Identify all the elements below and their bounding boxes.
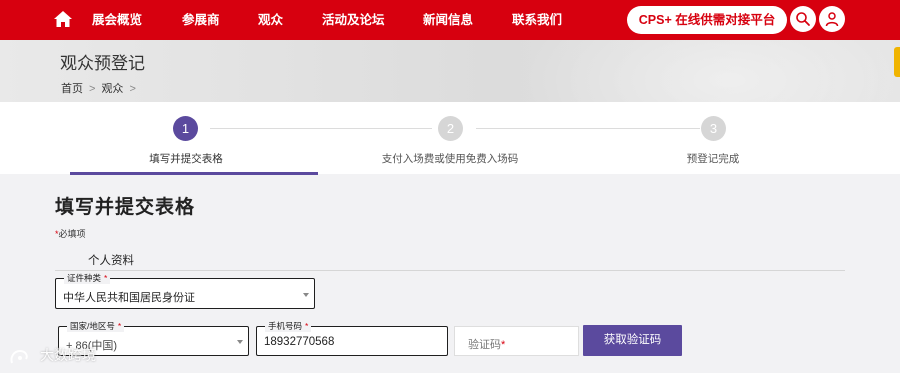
chevron-down-icon (303, 293, 309, 297)
section-title-personal-info: 个人资料 (88, 255, 134, 267)
page-banner: 观众预登记 首页 > 观众 > (0, 40, 900, 102)
home-icon[interactable] (53, 9, 73, 29)
step-3-circle: 3 (701, 116, 726, 141)
step-connector (476, 128, 700, 129)
form-title: 填写并提交表格 (55, 197, 196, 218)
top-nav: 展会概览 参展商 观众 活动及论坛 新闻信息 联系我们 CPS+ 在线供需对接平… (0, 0, 900, 40)
chevron-right-icon: > (129, 83, 136, 95)
breadcrumb-visitors[interactable]: 观众 (101, 83, 123, 95)
step-1-circle: 1 (173, 116, 198, 141)
step-2-circle: 2 (438, 116, 463, 141)
watermark-logo-icon (8, 347, 36, 367)
chevron-down-icon (237, 340, 243, 344)
phone-number-field[interactable]: 手机号码 * 18932770568 (256, 320, 448, 356)
phone-number-label: 手机号码 * (265, 320, 312, 332)
nav-item-exhibitors[interactable]: 参展商 (182, 0, 220, 40)
user-icon (825, 12, 839, 27)
verification-code-input[interactable]: 验证码* (454, 326, 579, 356)
required-note: *必填项 (55, 229, 86, 239)
registration-steps: 1 填写并提交表格 2 支付入场费或使用免费入场码 3 预登记完成 (0, 102, 900, 175)
step-3-label: 预登记完成 (686, 153, 740, 165)
step-connector (210, 128, 432, 129)
breadcrumb: 首页 > 观众 > (61, 80, 142, 96)
id-type-select[interactable]: 证件种类 * 中华人民共和国居民身份证 (55, 272, 315, 309)
breadcrumb-home[interactable]: 首页 (61, 83, 83, 95)
search-icon (796, 12, 810, 26)
step-2-label: 支付入场费或使用免费入场码 (381, 153, 519, 165)
watermark-text: 大数跨境 (40, 347, 96, 363)
nav-item-events-forums[interactable]: 活动及论坛 (322, 0, 385, 40)
nav-item-exhibition-overview[interactable]: 展会概览 (92, 0, 142, 40)
nav-item-visitors[interactable]: 观众 (258, 0, 283, 40)
get-verification-code-button[interactable]: 获取验证码 (583, 325, 682, 356)
active-step-indicator (70, 172, 318, 175)
page-title: 观众预登记 (60, 54, 145, 73)
country-code-label: 国家/地区号 * (67, 320, 125, 332)
search-button[interactable] (790, 6, 816, 32)
section-divider (55, 270, 845, 271)
chevron-right-icon: > (89, 83, 96, 95)
cps-platform-button[interactable]: CPS+ 在线供需对接平台 (627, 6, 787, 34)
account-button[interactable] (819, 6, 845, 32)
phone-number-value: 18932770568 (264, 336, 335, 348)
id-type-value: 中华人民共和国居民身份证 (63, 292, 195, 304)
verification-code-placeholder: 验证码* (468, 339, 506, 351)
nav-item-contact[interactable]: 联系我们 (512, 0, 562, 40)
id-type-label: 证件种类 * (64, 272, 111, 284)
nav-item-news[interactable]: 新闻信息 (423, 0, 473, 40)
step-1-label: 填写并提交表格 (149, 153, 223, 165)
side-scroll-tab[interactable] (894, 47, 900, 77)
